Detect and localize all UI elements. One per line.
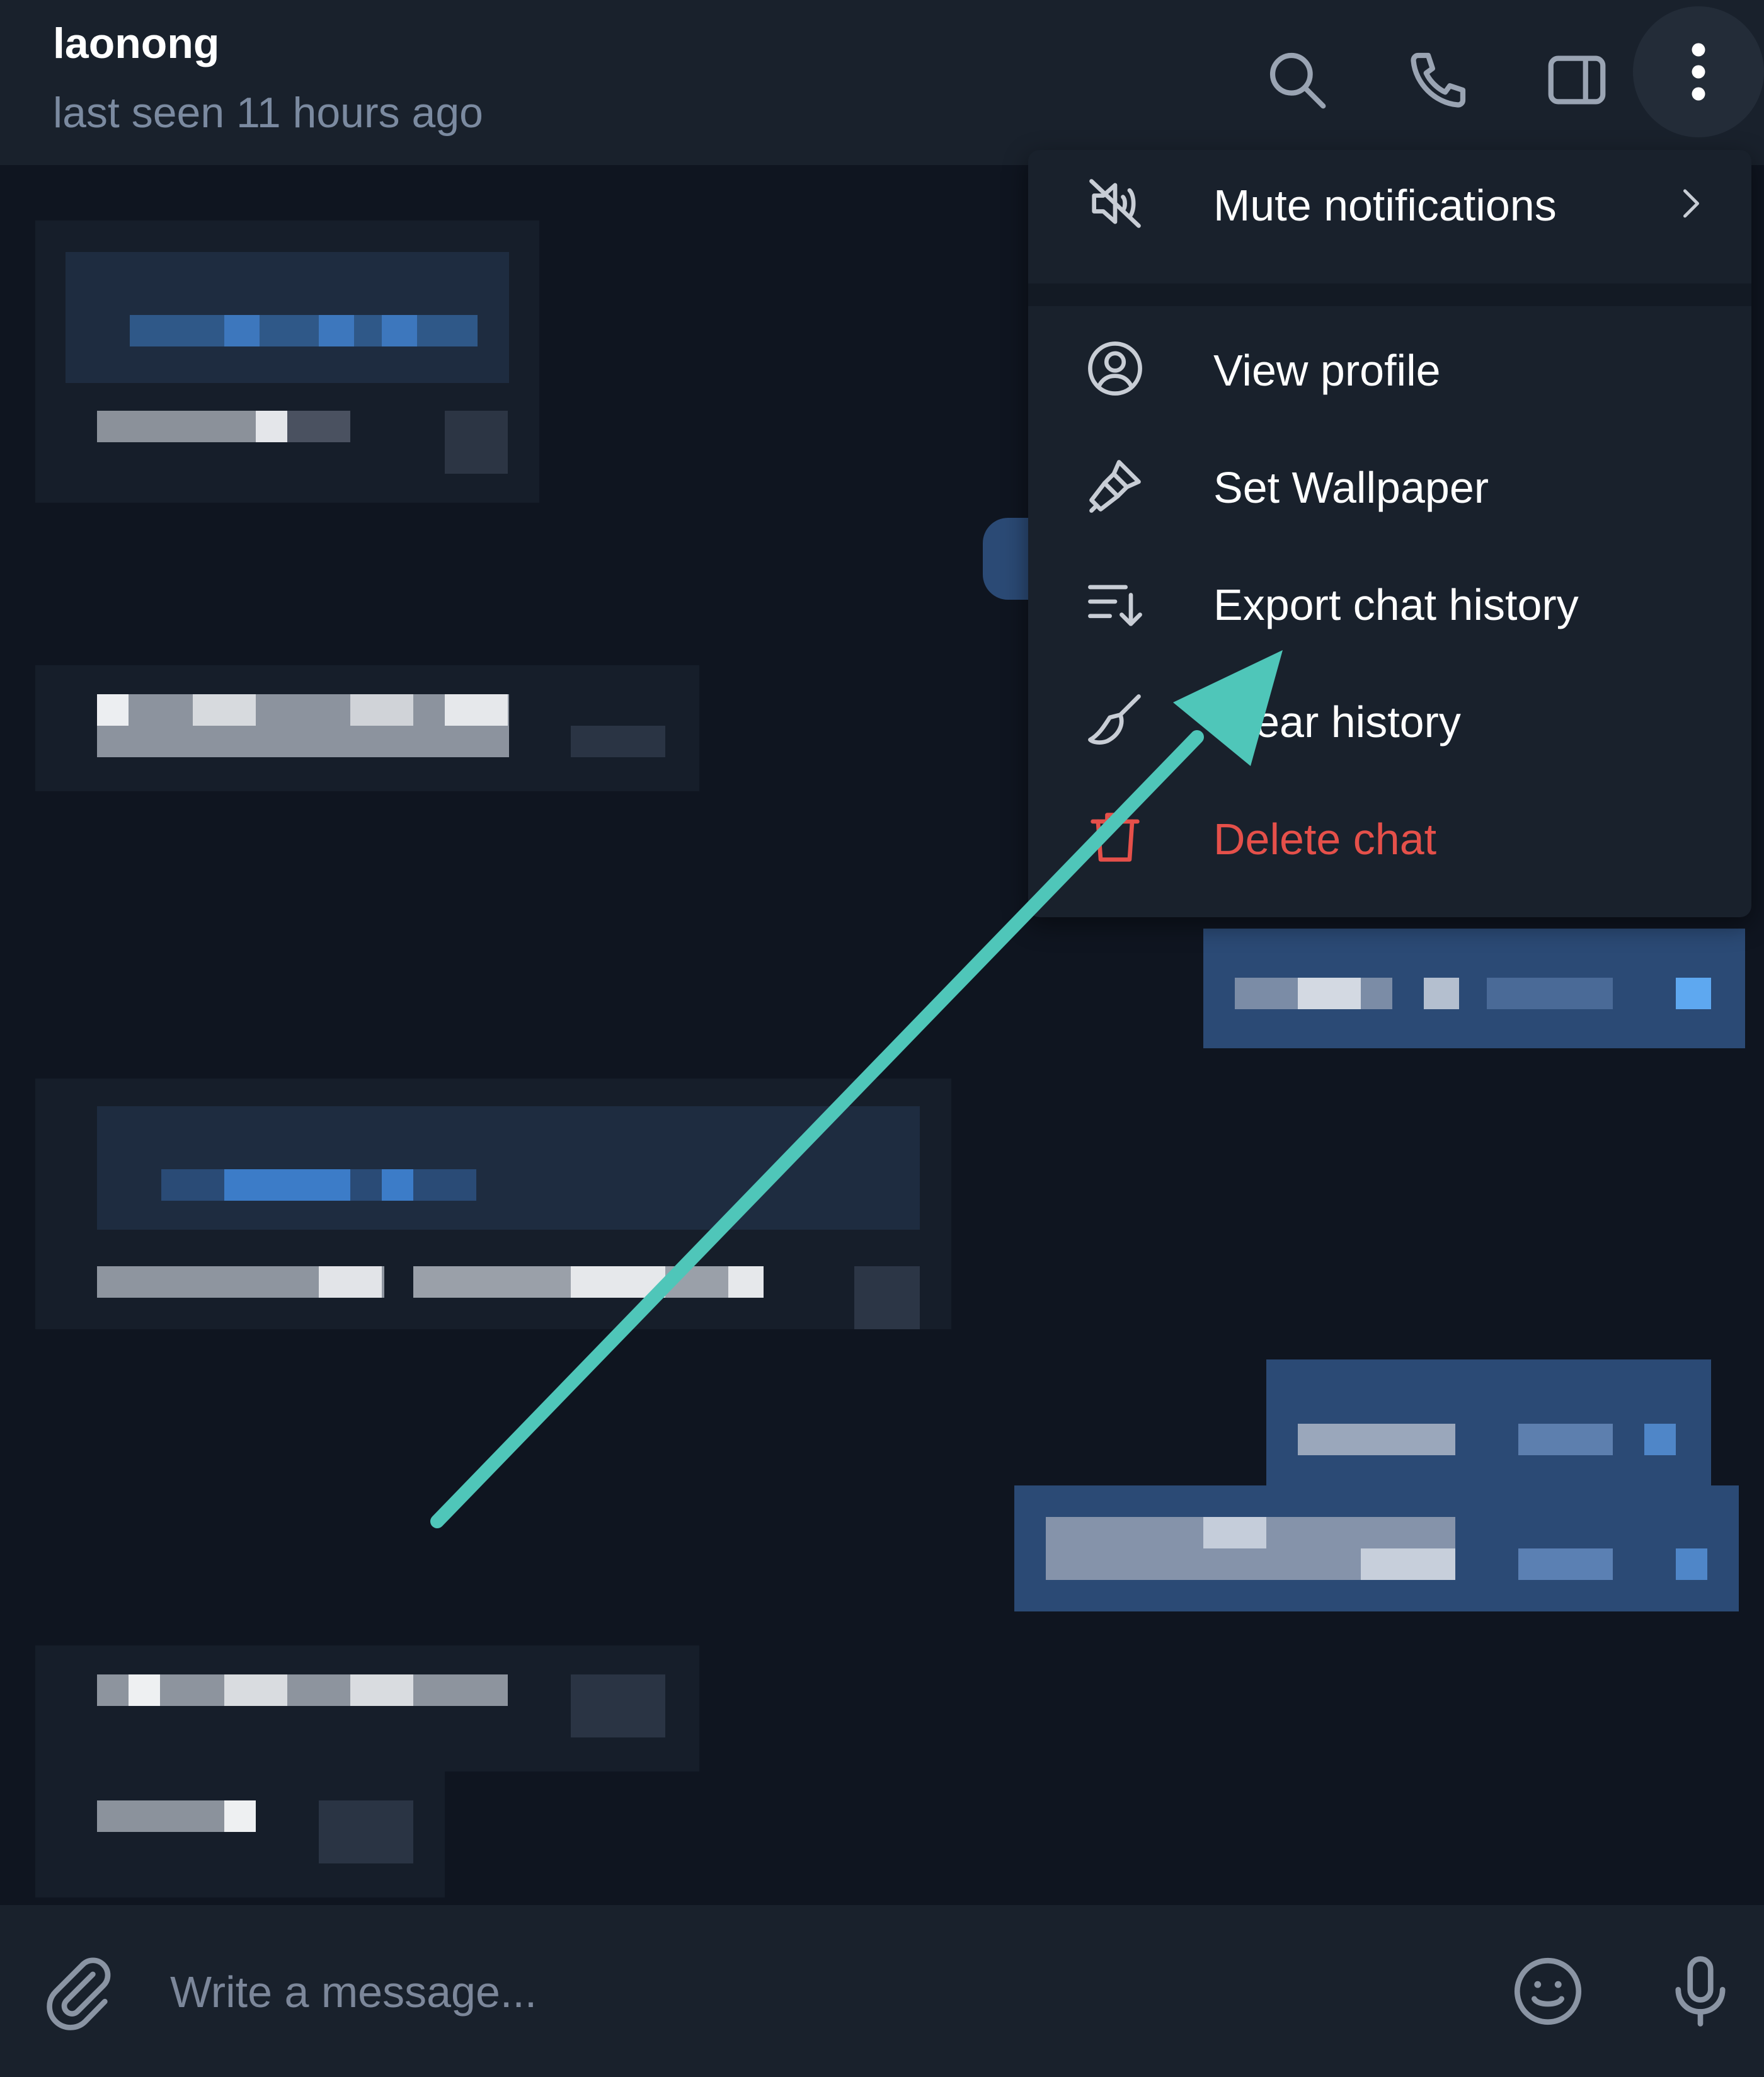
chat-options-menu: Mute notifications View profile Set Wall… — [1028, 150, 1751, 917]
more-vertical-icon — [1692, 43, 1705, 101]
brush-icon — [1084, 454, 1147, 517]
message-input[interactable] — [169, 1957, 1431, 2027]
trash-icon — [1084, 806, 1147, 869]
export-icon — [1084, 571, 1147, 634]
search-icon[interactable] — [1263, 45, 1332, 115]
chat-title[interactable]: laonong — [53, 19, 219, 68]
phone-icon[interactable] — [1404, 45, 1473, 115]
menu-item-label: Mute notifications — [1213, 181, 1557, 230]
menu-item-label: Delete chat — [1213, 815, 1437, 864]
menu-item-mute-notifications[interactable]: Mute notifications — [1028, 150, 1751, 257]
sidebar-toggle-icon[interactable] — [1542, 45, 1612, 115]
menu-item-clear-history[interactable]: Clear history — [1028, 667, 1751, 774]
menu-item-label: Set Wallpaper — [1213, 463, 1489, 512]
menu-item-view-profile[interactable]: View profile — [1028, 315, 1751, 422]
mute-icon — [1084, 172, 1147, 235]
more-options-button[interactable] — [1633, 6, 1764, 137]
profile-icon — [1084, 337, 1147, 400]
message-composer — [0, 1905, 1764, 2077]
menu-item-export-chat-history[interactable]: Export chat history — [1028, 549, 1751, 656]
menu-item-label: Clear history — [1213, 697, 1461, 747]
menu-item-label: Export chat history — [1213, 580, 1579, 629]
chevron-right-icon — [1671, 185, 1709, 222]
emoji-icon[interactable] — [1507, 1950, 1589, 2032]
broom-icon — [1084, 689, 1147, 752]
menu-divider — [1028, 283, 1751, 306]
chat-header: laonong last seen 11 hours ago — [0, 0, 1764, 165]
menu-item-set-wallpaper[interactable]: Set Wallpaper — [1028, 432, 1751, 539]
menu-item-label: View profile — [1213, 346, 1441, 395]
microphone-icon[interactable] — [1659, 1950, 1741, 2032]
attach-icon[interactable] — [37, 1950, 118, 2032]
last-seen-status: last seen 11 hours ago — [53, 89, 483, 137]
menu-item-delete-chat[interactable]: Delete chat — [1028, 784, 1751, 891]
